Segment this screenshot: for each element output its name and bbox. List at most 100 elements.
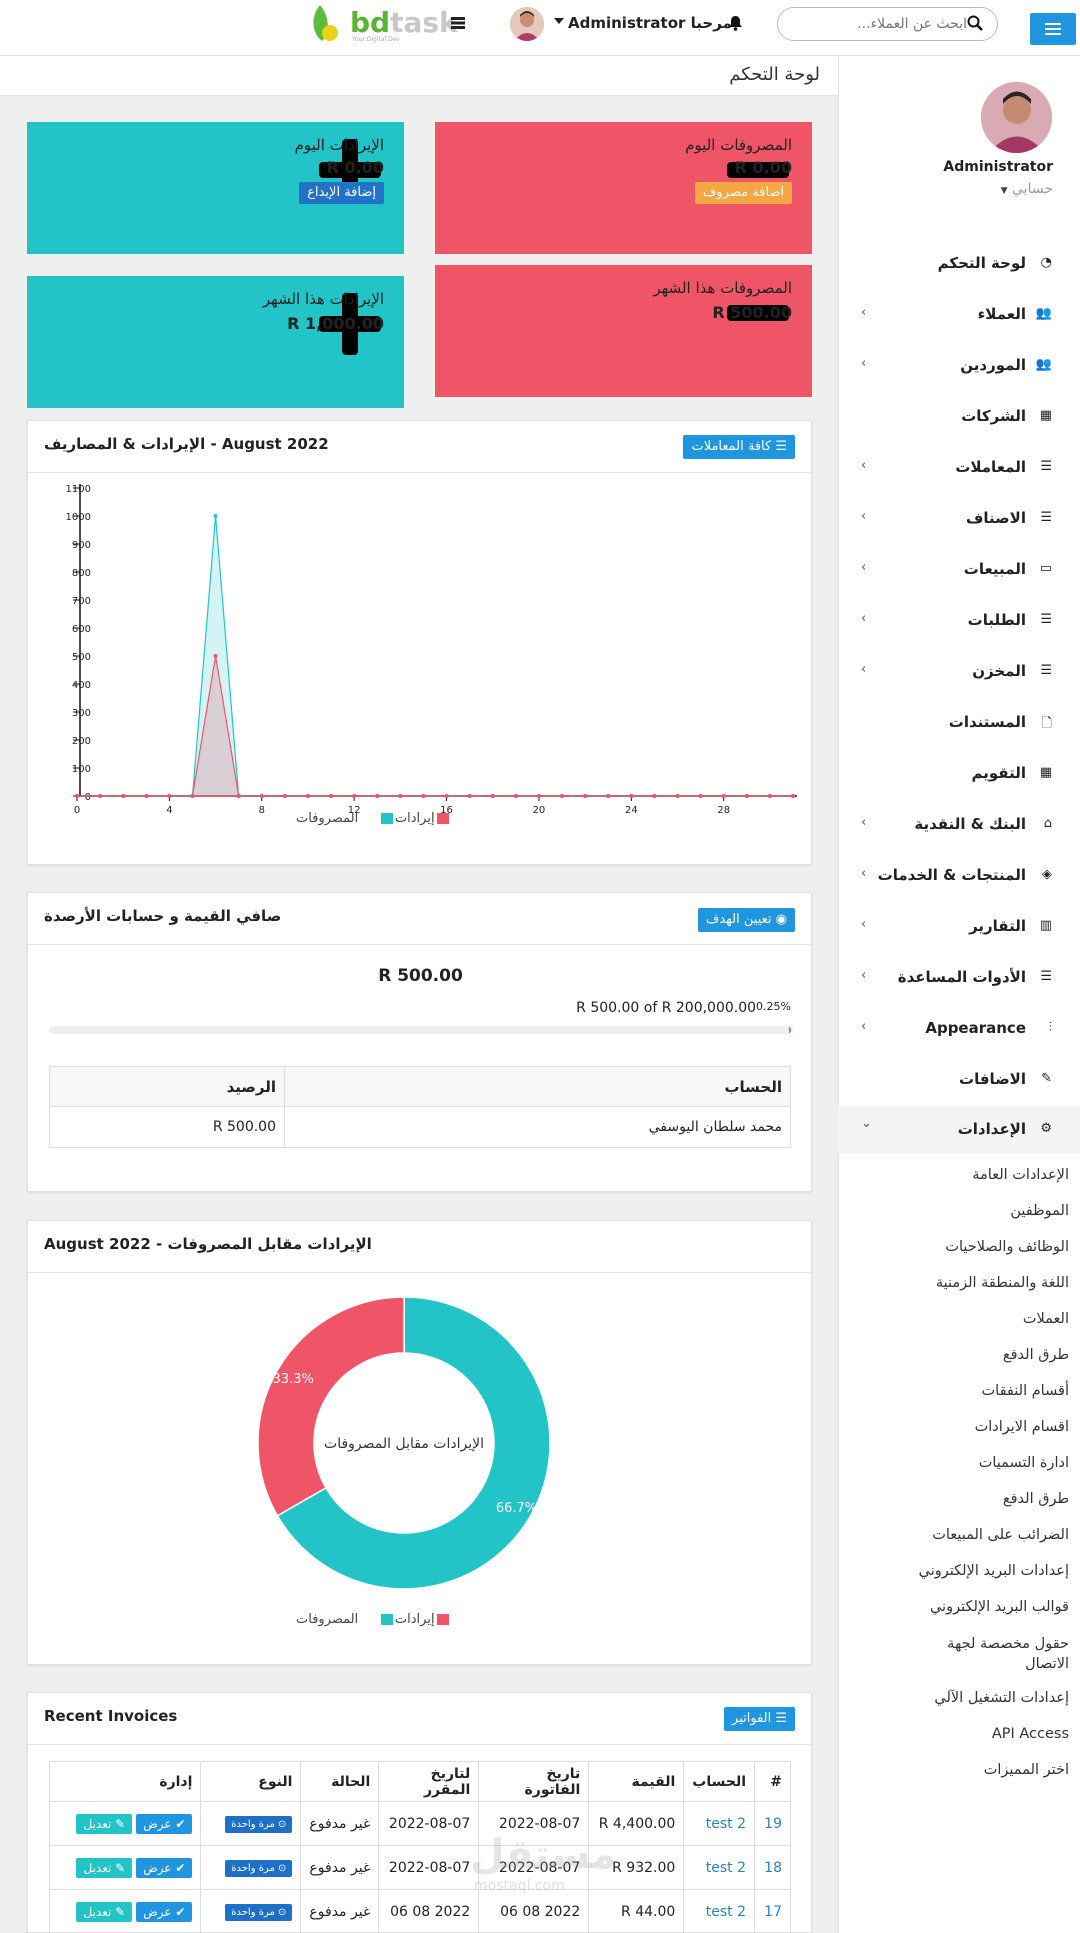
user-greeting[interactable]: مرحبا Administrator bbox=[568, 14, 732, 32]
sidebar-avatar[interactable] bbox=[981, 82, 1052, 153]
sidebar-item-14[interactable]: الأدوات المساعدة ☰ ‹ bbox=[838, 958, 1080, 998]
edit-button[interactable]: ✎ تعديل bbox=[76, 1857, 133, 1878]
table-cell: 2022-08-07 bbox=[378, 1845, 480, 1890]
legend-income[interactable]: إيرادات bbox=[379, 811, 435, 826]
invoices-button[interactable]: ☰ الفواتير bbox=[724, 1707, 795, 1731]
data-point bbox=[398, 794, 403, 798]
sidebar-toggle-button[interactable] bbox=[1030, 13, 1076, 45]
all-transactions-button[interactable]: ☰ كافة المعاملات bbox=[683, 435, 795, 459]
sidebar-item-6[interactable]: المبيعات ▭ ‹ bbox=[838, 550, 1080, 590]
sidebar-item-label: الشركات bbox=[961, 407, 1026, 425]
settings-submenu-item[interactable]: اختر المميزات bbox=[869, 1762, 1069, 1778]
y-tick-label: 800 bbox=[72, 568, 91, 579]
table-cell: ⊙ مرة واحدة bbox=[200, 1801, 302, 1846]
chevron-down-icon: ⌄ bbox=[861, 1116, 872, 1131]
my-account-link[interactable]: حسابي ▼ bbox=[900, 181, 1053, 197]
sidebar-item-10[interactable]: التقويم ▦ bbox=[838, 754, 1080, 794]
sidebar-item-0[interactable]: لوحة التحكم ◔ bbox=[838, 244, 1080, 284]
dashboard-icon: ◔ bbox=[1040, 255, 1052, 270]
sidebar-item-9[interactable]: المستندات 🗋 bbox=[838, 703, 1080, 743]
settings-submenu-item[interactable]: حقول مخصصة لجهة الاتصال bbox=[919, 1635, 1069, 1674]
chevron-left-icon: ‹ bbox=[861, 968, 867, 983]
add-expense-button[interactable]: اضافة مصروف bbox=[694, 182, 792, 204]
account-link[interactable]: test 2 bbox=[706, 1860, 746, 1876]
column-header: # bbox=[754, 1761, 791, 1802]
settings-submenu-item[interactable]: الإعدادات العامة bbox=[869, 1167, 1069, 1183]
goal-text: R 500.00 of R 200,000.00 bbox=[576, 1000, 757, 1016]
sidebar-item-7[interactable]: الطلبات ☰ ‹ bbox=[838, 601, 1080, 641]
status-cell: غير مدفوع bbox=[309, 1815, 371, 1832]
data-point bbox=[560, 794, 565, 798]
settings-submenu-item[interactable]: API Access bbox=[869, 1726, 1069, 1742]
server-icon[interactable] bbox=[451, 17, 465, 29]
settings-submenu-item[interactable]: الموظفين bbox=[869, 1203, 1069, 1219]
due-date-cell: 2022-08-07 bbox=[388, 1815, 471, 1832]
sidebar-item-2[interactable]: الموردين 👥 ‹ bbox=[838, 346, 1080, 386]
data-point bbox=[744, 794, 749, 798]
chevron-left-icon: ‹ bbox=[861, 356, 867, 371]
legend-swatch bbox=[380, 813, 393, 824]
data-point bbox=[98, 794, 103, 798]
list-icon: ☰ bbox=[775, 1711, 787, 1726]
list-icon: ☰ bbox=[1040, 663, 1052, 678]
database-icon: ☰ bbox=[1040, 510, 1052, 525]
legend-income-label: إيرادات bbox=[394, 1612, 435, 1627]
set-goal-button[interactable]: ◉ تعيين الهدف bbox=[697, 908, 795, 932]
search-icon[interactable] bbox=[967, 15, 983, 31]
account-link[interactable]: test 2 bbox=[706, 1904, 746, 1920]
settings-submenu-item[interactable]: اقسام الايرادات bbox=[869, 1419, 1069, 1435]
data-point bbox=[305, 794, 310, 798]
avatar[interactable] bbox=[510, 7, 544, 41]
settings-submenu-item[interactable]: الوظائف والصلاحيات bbox=[869, 1239, 1069, 1255]
slice-value-label: 66.7% bbox=[496, 1501, 537, 1516]
edit-button[interactable]: ✎ تعديل bbox=[76, 1901, 133, 1922]
invoice-id-link[interactable]: 17 bbox=[764, 1904, 782, 1920]
sidebar-item-12[interactable]: المنتجات & الخدمات ◈ ‹ bbox=[838, 856, 1080, 896]
edit-button[interactable]: ✎ تعديل bbox=[76, 1813, 133, 1834]
sidebar-item-5[interactable]: الاصناف ☰ ‹ bbox=[838, 499, 1080, 539]
settings-submenu-item[interactable]: إعدادات التشغيل الآلي bbox=[869, 1690, 1069, 1706]
sidebar-item-4[interactable]: المعاملات ☰ ‹ bbox=[838, 448, 1080, 488]
view-button[interactable]: ✔ عرض bbox=[136, 1901, 193, 1922]
column-header: الحساب bbox=[683, 1761, 755, 1802]
sidebar-item-3[interactable]: الشركات ▦ bbox=[838, 397, 1080, 437]
settings-submenu-item[interactable]: أقسام النفقات bbox=[869, 1383, 1069, 1399]
data-point bbox=[490, 794, 495, 798]
settings-submenu-item[interactable]: ادارة التسميات bbox=[869, 1455, 1069, 1471]
sidebar-item-11[interactable]: البنك & النقدية ⌂ ‹ bbox=[838, 805, 1080, 845]
panel-title: الإيرادات مقابل المصروفات - August 2022 bbox=[44, 1235, 372, 1253]
target-icon: ◉ bbox=[775, 912, 787, 927]
data-point bbox=[767, 794, 772, 798]
settings-submenu-item[interactable]: العملات bbox=[869, 1311, 1069, 1327]
invoice-id-link[interactable]: 19 bbox=[764, 1816, 782, 1832]
settings-submenu-item[interactable]: طرق الدفع bbox=[869, 1347, 1069, 1363]
settings-submenu-item[interactable]: طرق الدفع bbox=[869, 1491, 1069, 1507]
account-link[interactable]: test 2 bbox=[706, 1816, 746, 1832]
database-icon: ☰ bbox=[1040, 459, 1052, 474]
sidebar-item-8[interactable]: المخزن ☰ ‹ bbox=[838, 652, 1080, 692]
settings-submenu-item[interactable]: الضرائب على المبيعات bbox=[869, 1527, 1069, 1543]
card-icon: ▭ bbox=[1039, 561, 1052, 576]
search-input[interactable] bbox=[777, 7, 998, 41]
sidebar-item-15[interactable]: Appearance ⫶ ‹ bbox=[838, 1009, 1080, 1049]
sidebar-item-16[interactable]: الاضافات ✎ bbox=[838, 1060, 1080, 1100]
column-account: الحساب bbox=[284, 1066, 791, 1107]
settings-submenu-item[interactable]: اللغة والمنطقة الزمنية bbox=[869, 1275, 1069, 1291]
view-button[interactable]: ✔ عرض bbox=[136, 1813, 193, 1834]
settings-submenu-item[interactable]: قوالب البريد الإلكتروني bbox=[869, 1599, 1069, 1615]
settings-submenu-item[interactable]: إعدادات البريد الإلكتروني bbox=[869, 1563, 1069, 1579]
series-area-0 bbox=[77, 515, 793, 797]
data-point bbox=[791, 794, 795, 798]
data-point bbox=[583, 794, 588, 798]
net-worth-panel: صافي القيمة و حسابات الأرصدة ◉ تعيين اله… bbox=[27, 892, 812, 1192]
table-cell: ✔ عرض✎ تعديل bbox=[48, 1889, 202, 1933]
view-button[interactable]: ✔ عرض bbox=[136, 1857, 193, 1878]
sidebar-item-17[interactable]: الإعدادات ⚙ ⌄ bbox=[838, 1106, 1080, 1154]
legend-income[interactable]: إيرادات bbox=[379, 1612, 435, 1627]
table-cell: 19 bbox=[754, 1801, 791, 1846]
sidebar-item-1[interactable]: العملاء 👥 ‹ bbox=[838, 295, 1080, 335]
sidebar-item-13[interactable]: التقارير ▥ ‹ bbox=[838, 907, 1080, 947]
user-menu-caret-icon[interactable] bbox=[554, 18, 564, 24]
invoice-id-link[interactable]: 18 bbox=[764, 1860, 782, 1876]
add-deposit-button[interactable]: إضافة الإيداع bbox=[299, 182, 384, 204]
